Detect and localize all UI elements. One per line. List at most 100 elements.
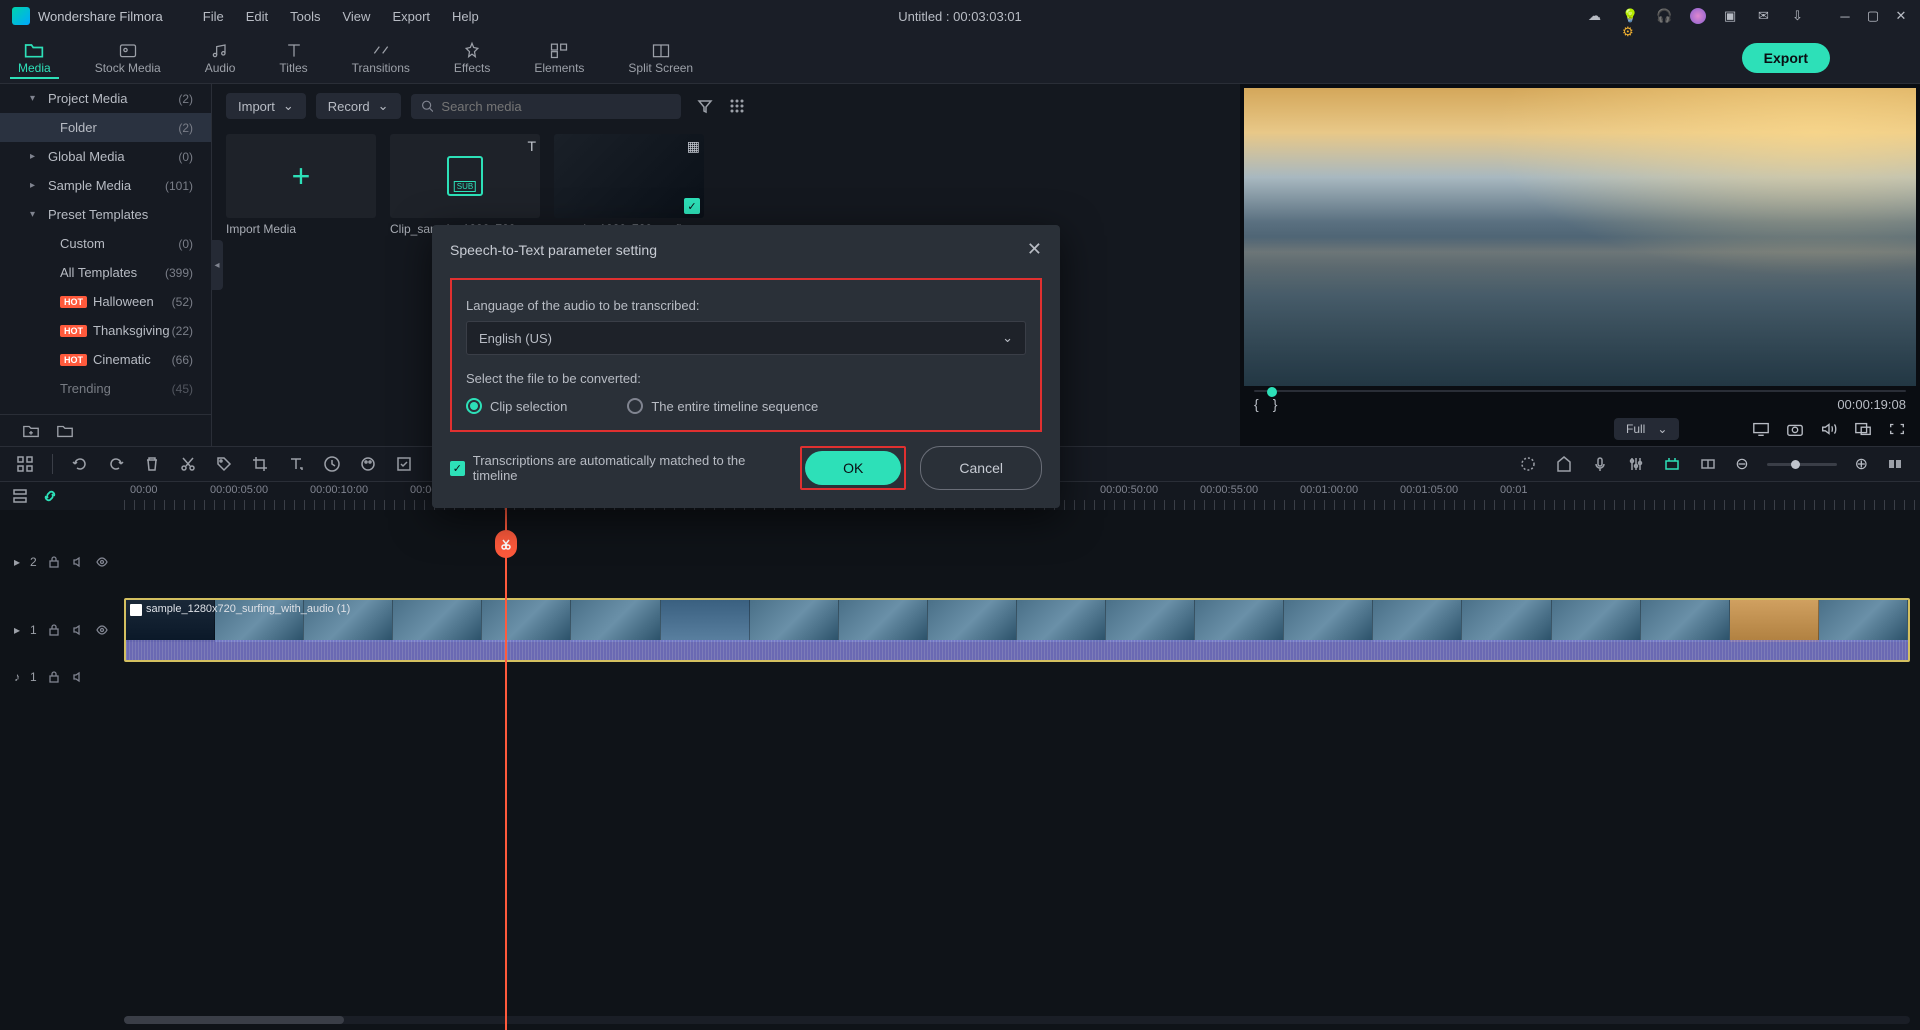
timeline-scrollbar[interactable]	[124, 1016, 1910, 1024]
cut-icon[interactable]	[179, 455, 197, 473]
link-icon[interactable]	[42, 488, 58, 504]
scrub-handle-icon[interactable]	[1267, 387, 1277, 397]
tag-icon[interactable]	[215, 455, 233, 473]
preview-scrubber[interactable]	[1254, 390, 1906, 392]
language-select[interactable]: English (US) ⌄	[466, 321, 1026, 355]
tab-titles[interactable]: Titles	[271, 37, 315, 79]
zoom-slider[interactable]	[1767, 463, 1837, 466]
media-item[interactable]: T Clip_sample_1280x720_s...	[390, 134, 540, 236]
record-dropdown[interactable]: Record⌄	[316, 93, 401, 119]
sidebar-item-cinematic[interactable]: HOTCinematic(66)	[0, 345, 211, 374]
auto-match-checkbox[interactable]: ✓ Transcriptions are automatically match…	[450, 453, 788, 483]
message-icon[interactable]: ✉	[1758, 8, 1774, 24]
tab-stock-media[interactable]: Stock Media	[87, 37, 169, 79]
tab-transitions[interactable]: Transitions	[344, 37, 418, 79]
tab-audio[interactable]: Audio	[197, 37, 244, 79]
filter-icon[interactable]	[697, 98, 713, 114]
new-folder-icon[interactable]	[22, 423, 40, 439]
menu-export[interactable]: Export	[392, 9, 430, 24]
sidebar-item-halloween[interactable]: HOTHalloween(52)	[0, 287, 211, 316]
color-icon[interactable]	[359, 455, 377, 473]
minimize-icon[interactable]: ─	[1838, 9, 1852, 23]
dialog-close-icon[interactable]: ✕	[1027, 239, 1042, 260]
playhead-handle-icon[interactable]	[495, 530, 517, 558]
mark-in-icon[interactable]: {	[1254, 396, 1259, 412]
lock-icon[interactable]	[47, 555, 61, 569]
speed-icon[interactable]	[323, 455, 341, 473]
tracks-icon[interactable]	[12, 488, 28, 504]
playhead[interactable]	[505, 482, 507, 1030]
tab-elements[interactable]: Elements	[526, 37, 592, 79]
folder-icon[interactable]	[56, 423, 74, 439]
greenscreen-icon[interactable]	[395, 455, 413, 473]
cancel-button[interactable]: Cancel	[920, 446, 1042, 490]
mute-icon[interactable]	[71, 670, 85, 684]
redo-icon[interactable]	[107, 455, 125, 473]
close-icon[interactable]: ✕	[1894, 9, 1908, 23]
mute-icon[interactable]	[71, 555, 85, 569]
keyframe-icon[interactable]	[1699, 455, 1717, 473]
import-dropdown[interactable]: Import⌄	[226, 93, 306, 119]
marker-icon[interactable]	[1555, 455, 1573, 473]
tab-media[interactable]: Media	[10, 37, 59, 79]
download-icon[interactable]: ⇩	[1792, 8, 1808, 24]
menu-tools[interactable]: Tools	[290, 9, 320, 24]
lock-icon[interactable]	[47, 623, 61, 637]
preview-video[interactable]	[1244, 88, 1916, 386]
selection-tool-icon[interactable]	[16, 455, 34, 473]
visibility-icon[interactable]	[95, 623, 109, 637]
sidebar-item-trending[interactable]: Trending(45)	[0, 374, 211, 403]
voiceover-icon[interactable]	[1591, 455, 1609, 473]
media-item[interactable]: ▦✓ sample_1280x720_surfin...	[554, 134, 704, 236]
sidebar-item-preset-templates[interactable]: ▾Preset Templates	[0, 200, 211, 229]
menu-edit[interactable]: Edit	[246, 9, 268, 24]
save-icon[interactable]: ▣	[1724, 8, 1740, 24]
fullscreen-icon[interactable]	[1888, 421, 1906, 437]
tips-icon[interactable]: ⚙	[1622, 8, 1638, 24]
lock-icon[interactable]	[47, 670, 61, 684]
display-icon[interactable]	[1752, 421, 1770, 437]
sidebar-item-folder[interactable]: Folder(2)	[0, 113, 211, 142]
visibility-icon[interactable]	[95, 555, 109, 569]
timeline-clip[interactable]: sample_1280x720_surfing_with_audio (1)	[124, 598, 1910, 662]
sidebar-item-all-templates[interactable]: All Templates(399)	[0, 258, 211, 287]
radio-entire-timeline[interactable]: The entire timeline sequence	[627, 398, 818, 414]
import-media-tile[interactable]: + Import Media	[226, 134, 376, 236]
radio-clip-selection[interactable]: Clip selection	[466, 398, 567, 414]
zoom-in-icon[interactable]: ⊕	[1855, 454, 1868, 474]
render-icon[interactable]	[1519, 455, 1537, 473]
quality-dropdown[interactable]: Full⌄	[1614, 418, 1679, 440]
account-icon[interactable]	[1690, 8, 1706, 24]
ok-button[interactable]: OK	[805, 451, 901, 485]
search-media[interactable]	[411, 94, 681, 119]
menu-file[interactable]: File	[203, 9, 224, 24]
mark-out-icon[interactable]: }	[1273, 396, 1278, 412]
grid-view-icon[interactable]	[729, 98, 745, 114]
zoom-fit-icon[interactable]	[1886, 455, 1904, 473]
snapshot-icon[interactable]	[1786, 421, 1804, 437]
export-button[interactable]: Export	[1742, 43, 1830, 73]
delete-icon[interactable]	[143, 455, 161, 473]
menu-view[interactable]: View	[342, 9, 370, 24]
track-audio-1[interactable]: ♪ 1	[0, 662, 1920, 692]
sidebar-item-custom[interactable]: Custom(0)	[0, 229, 211, 258]
support-icon[interactable]: 🎧	[1656, 8, 1672, 24]
crop-icon[interactable]	[251, 455, 269, 473]
tab-split-screen[interactable]: Split Screen	[620, 37, 701, 79]
maximize-icon[interactable]: ▢	[1866, 9, 1880, 23]
popup-icon[interactable]	[1854, 421, 1872, 437]
mute-icon[interactable]	[71, 623, 85, 637]
menu-help[interactable]: Help	[452, 9, 479, 24]
zoom-out-icon[interactable]: ⊖	[1735, 454, 1748, 474]
sidebar-item-thanksgiving[interactable]: HOTThanksgiving(22)	[0, 316, 211, 345]
mixer-icon[interactable]	[1627, 455, 1645, 473]
tab-effects[interactable]: Effects	[446, 37, 498, 79]
auto-beat-icon[interactable]	[1663, 455, 1681, 473]
cloud-icon[interactable]	[1588, 8, 1604, 24]
track-video-2[interactable]: ▸ 2	[0, 550, 1920, 574]
sidebar-item-project-media[interactable]: ▾Project Media(2)	[0, 84, 211, 113]
collapse-sidebar-icon[interactable]: ◂	[211, 240, 223, 290]
sidebar-item-sample-media[interactable]: ▸Sample Media(101)	[0, 171, 211, 200]
volume-icon[interactable]	[1820, 421, 1838, 437]
sidebar-item-global-media[interactable]: ▸Global Media(0)	[0, 142, 211, 171]
